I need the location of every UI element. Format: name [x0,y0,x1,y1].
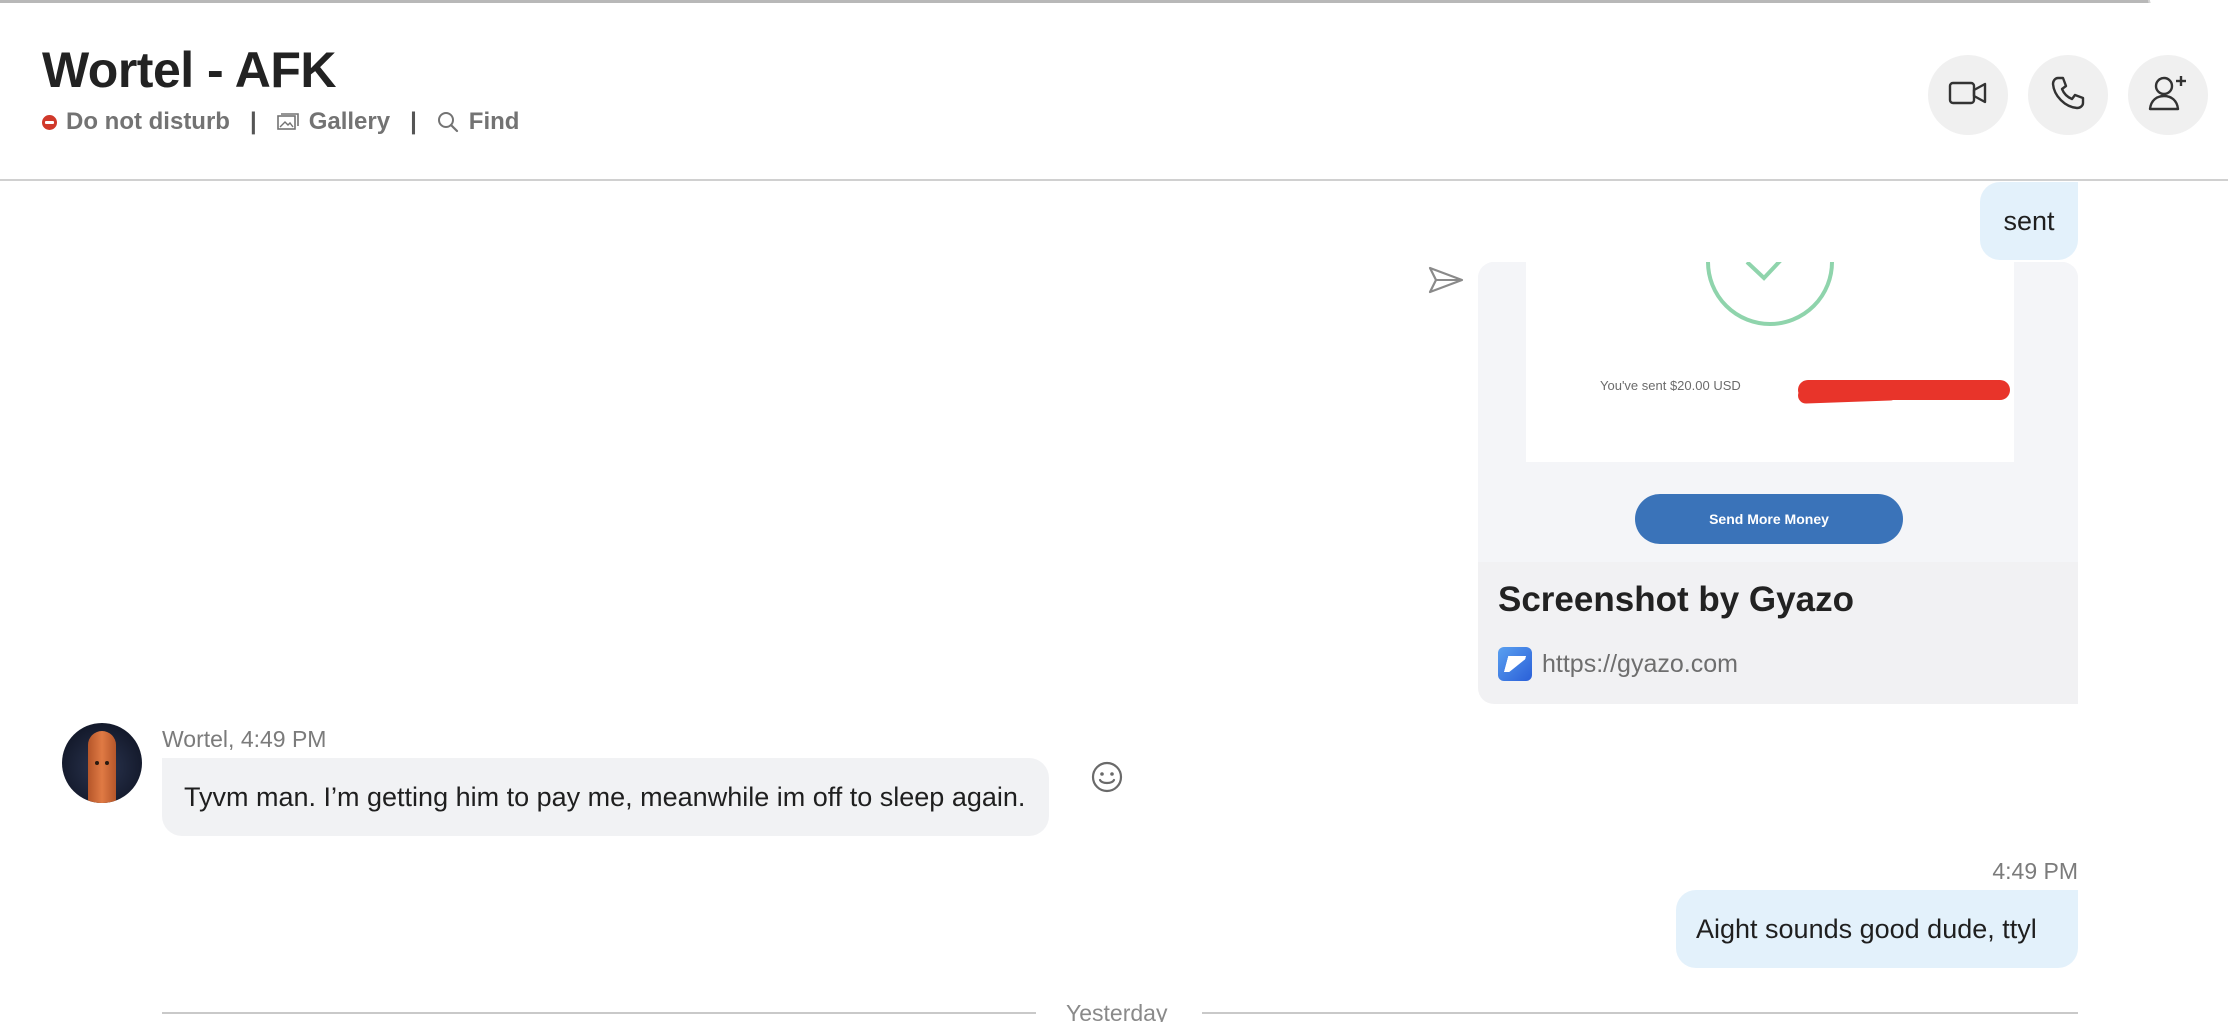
find-label: Find [468,108,520,135]
separator: | [249,108,257,135]
search-icon [437,111,459,133]
chat-subbar: Do not disturb | Gallery | Find [42,108,519,136]
outgoing-message-bubble[interactable]: sent [1980,182,2078,260]
gallery-icon [276,113,299,131]
message-text: sent [2003,205,2055,236]
video-call-button[interactable] [1928,55,2008,135]
incoming-message-meta: Wortel, 4:49 PM [162,726,327,752]
find-link[interactable]: Find [437,108,520,136]
link-preview-title[interactable]: Screenshot by Gyazo [1498,580,1854,620]
phone-icon [2050,75,2086,116]
link-preview-image[interactable]: You've sent $20.00 USD Send More Money [1478,262,2078,562]
status-indicator[interactable]: Do not disturb [42,108,230,136]
send-more-money-button: Send More Money [1635,494,1903,544]
outgoing-message-meta: 4:49 PM [1992,858,2078,884]
gyazo-logo-icon [1498,647,1532,681]
video-camera-icon [1948,78,1988,113]
chat-title[interactable]: Wortel - AFK [42,41,336,99]
incoming-message-bubble[interactable]: Tyvm man. I’m getting him to pay me, mea… [162,758,1050,836]
avatar-eye [95,761,99,765]
audio-call-button[interactable] [2028,55,2108,135]
add-participant-button[interactable] [2128,55,2208,135]
chat-header: Wortel - AFK Do not disturb | Gallery | … [0,3,2228,181]
message-text: Aight sounds good dude, ttyl [1696,913,2037,944]
message-text: Tyvm man. I’m getting him to pay me, mea… [184,781,1026,812]
receipt-paper: You've sent $20.00 USD [1526,262,2014,462]
link-preview-url[interactable]: https://gyazo.com [1498,647,1738,681]
smiley-icon [1091,761,1123,793]
outgoing-message-bubble[interactable]: Aight sounds good dude, ttyl [1676,890,2078,968]
date-divider-line [162,1012,1036,1014]
checkmark-circle-icon [1706,262,1834,326]
link-preview-card[interactable]: You've sent $20.00 USD Send More Money S… [1478,262,2078,704]
avatar-eye [105,761,109,765]
link-url-text: https://gyazo.com [1542,649,1738,678]
date-divider-label: Yesterday [1066,1000,1168,1022]
status-label: Do not disturb [66,108,230,135]
separator: | [410,108,417,135]
do-not-disturb-icon [42,114,57,130]
date-divider-line [1202,1012,2078,1014]
add-person-icon [2148,74,2188,117]
avatar[interactable] [62,723,142,803]
emoji-reaction-button[interactable] [1090,760,1124,799]
gallery-link[interactable]: Gallery [276,108,391,136]
send-status-icon [1428,265,1464,300]
carrot-avatar-image [88,731,116,803]
gallery-label: Gallery [308,108,391,135]
redaction-mark [1797,384,1899,404]
